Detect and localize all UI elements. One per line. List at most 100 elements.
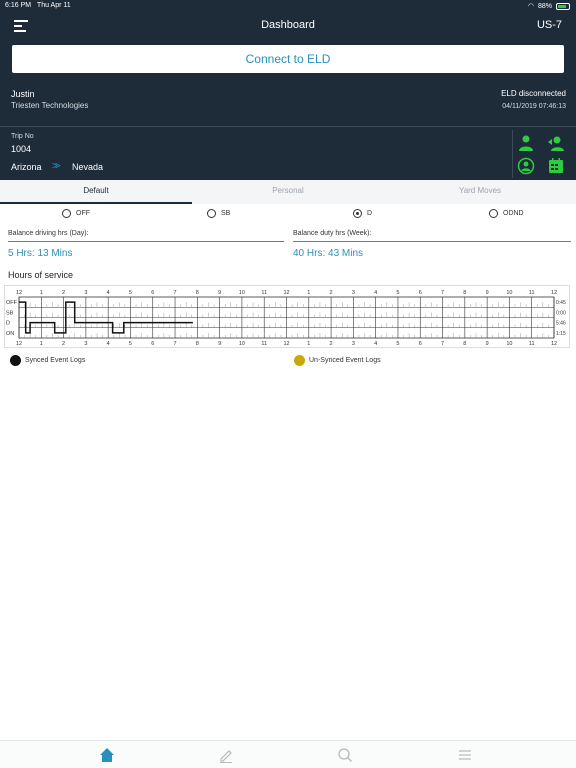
- radio-sb[interactable]: SB: [207, 209, 230, 218]
- hos-row-label: D: [6, 321, 10, 327]
- legend-synced-label: Synced Event Logs: [25, 357, 86, 364]
- hos-hour-label-top: 4: [374, 290, 377, 296]
- hos-hour-label-top: 6: [419, 290, 422, 296]
- balance-driving-underline: [8, 241, 284, 242]
- hos-hour-label-top: 12: [551, 290, 557, 296]
- vehicle-id[interactable]: US-7: [537, 19, 562, 31]
- hos-hour-label-top: 11: [261, 290, 267, 296]
- hos-hour-label-bottom: 10: [506, 341, 512, 347]
- radio-off-circle: [62, 209, 71, 218]
- driver-swap-icon[interactable]: [547, 134, 565, 152]
- hos-row-label: ON: [6, 331, 14, 337]
- tab-bar: Default Personal Yard Moves: [0, 180, 576, 204]
- hos-hour-label-top: 3: [352, 290, 355, 296]
- radio-d-circle: [353, 209, 362, 218]
- radio-sb-label: SB: [221, 210, 231, 217]
- radio-odnd[interactable]: ODND: [489, 209, 524, 218]
- unsynced-dot: [294, 355, 305, 366]
- hos-grid: 1212112233445566778899101011111212112233…: [6, 290, 566, 347]
- hos-row-label: SB: [6, 310, 14, 316]
- hos-hour-label-bottom: 12: [16, 341, 22, 347]
- synced-dot: [10, 355, 21, 366]
- driver-name: Justin: [11, 89, 35, 99]
- trip-destination: Nevada: [72, 162, 104, 172]
- hos-hour-label-top: 5: [129, 290, 132, 296]
- legend-synced: Synced Event Logs: [10, 355, 85, 366]
- driver-icon[interactable]: [517, 134, 535, 152]
- page-title: Dashboard: [261, 19, 315, 31]
- hos-hour-label-top: 11: [529, 290, 535, 296]
- hos-hour-label-bottom: 8: [196, 341, 199, 347]
- edit-icon[interactable]: [218, 747, 234, 763]
- nav-bar: Dashboard US-7: [0, 14, 576, 38]
- hos-hour-label-bottom: 11: [261, 341, 267, 347]
- hos-hour-label-bottom: 9: [486, 341, 489, 347]
- tab-yard-moves[interactable]: Yard Moves: [384, 186, 576, 195]
- duty-status-selector: OFF SB D ODND: [0, 206, 576, 222]
- radio-off-label: OFF: [76, 210, 90, 217]
- hos-hour-label-bottom: 8: [463, 341, 466, 347]
- hos-hour-label-top: 1: [40, 290, 43, 296]
- hos-row-total: 0:45: [556, 300, 566, 306]
- tab-default[interactable]: Default: [0, 186, 192, 195]
- hos-hour-label-top: 1: [307, 290, 310, 296]
- tab-personal[interactable]: Personal: [192, 186, 384, 195]
- hos-hour-label-bottom: 3: [352, 341, 355, 347]
- status-time-date: 6:16 PM Thu Apr 11: [5, 2, 71, 9]
- hos-hour-label-bottom: 12: [283, 341, 289, 347]
- hos-hour-label-top: 9: [486, 290, 489, 296]
- hos-hour-label-top: 8: [196, 290, 199, 296]
- hos-hour-label-bottom: 7: [174, 341, 177, 347]
- hos-hour-label-bottom: 4: [374, 341, 377, 347]
- route-arrows: >>: [52, 161, 61, 172]
- hos-hour-label-top: 4: [107, 290, 110, 296]
- search-icon[interactable]: [337, 747, 353, 763]
- hos-hour-label-bottom: 2: [330, 341, 333, 347]
- eld-status: ELD disconnected: [501, 89, 566, 98]
- hos-title: Hours of service: [8, 270, 74, 280]
- hos-hour-label-bottom: 6: [419, 341, 422, 347]
- legend-unsynced-label: Un-Synced Event Logs: [309, 357, 381, 364]
- header-panel: 6:16 PM Thu Apr 11 ◠ 88% Dashboard US-7 …: [0, 0, 576, 180]
- balance-duty-value: 40 Hrs: 43 Mins: [293, 248, 364, 259]
- hos-hour-label-top: 9: [218, 290, 221, 296]
- balance-duty-label: Balance duty hrs (Week):: [293, 230, 372, 237]
- hos-hour-label-bottom: 9: [218, 341, 221, 347]
- radio-d[interactable]: D: [353, 209, 372, 218]
- balance-duty-underline: [293, 241, 571, 242]
- list-icon[interactable]: [457, 747, 473, 763]
- battery-percent: 88%: [537, 2, 552, 10]
- hos-grid-container: 12 12 1 1 2 2 3 3 4 4 5 5 6 6 7 7 8 8 9 9 10 10 11 11 12 12 1 1 2 2 3 3…: [4, 285, 570, 348]
- hos-hour-label-top: 8: [463, 290, 466, 296]
- hos-hour-label-top: 12: [16, 290, 22, 296]
- hos-row-total: 5:46: [556, 321, 566, 327]
- trip-number: 1004: [11, 144, 32, 154]
- trip-origin: Arizona: [11, 162, 42, 172]
- hos-hour-label-top: 6: [151, 290, 154, 296]
- calendar-icon[interactable]: [547, 157, 565, 175]
- hos-hour-label-bottom: 1: [307, 341, 310, 347]
- hos-hour-label-bottom: 2: [62, 341, 65, 347]
- wifi-icon: ◠: [527, 3, 534, 10]
- hos-hour-label-top: 7: [441, 290, 444, 296]
- home-icon[interactable]: [99, 747, 115, 763]
- active-tab-indicator: [0, 202, 192, 204]
- connect-eld-button[interactable]: Connect to ELD: [12, 45, 564, 73]
- hos-hour-label-bottom: 12: [551, 341, 557, 347]
- hos-hour-label-bottom: 5: [396, 341, 399, 347]
- hos-hour-label-top: 10: [506, 290, 512, 296]
- driver-sync-icon[interactable]: [517, 157, 535, 175]
- hos-hour-label-bottom: 3: [84, 341, 87, 347]
- radio-d-label: D: [367, 210, 373, 217]
- battery-icon: [556, 2, 570, 10]
- company-name: Triesten Technologies: [11, 101, 89, 110]
- eld-timestamp: 04/11/2019 07:46:13: [502, 103, 566, 110]
- hos-hour-label-top: 7: [174, 290, 177, 296]
- hos-hour-label-top: 5: [396, 290, 399, 296]
- hos-hour-label-top: 3: [84, 290, 87, 296]
- bottom-tab-bar: [0, 740, 576, 768]
- hos-hour-label-bottom: 4: [107, 341, 110, 347]
- hos-row-total: 1:15: [556, 331, 566, 337]
- radio-off[interactable]: OFF: [62, 209, 90, 218]
- action-icons: [512, 130, 576, 178]
